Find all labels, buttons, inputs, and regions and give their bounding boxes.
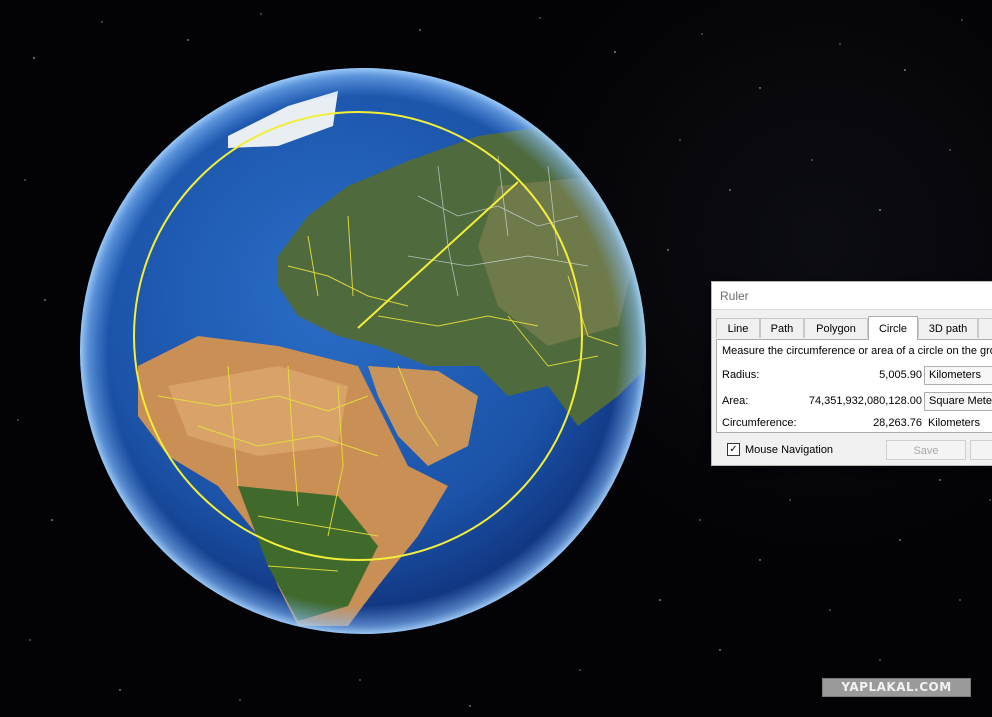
earth-globe[interactable]: [78, 66, 648, 636]
ruler-bottom-bar: ✓ Mouse Navigation Save: [712, 438, 992, 462]
mouse-navigation-label[interactable]: Mouse Navigation: [745, 444, 833, 456]
radius-label: Radius:: [722, 369, 760, 381]
radius-unit-value: Kilometers: [929, 369, 981, 381]
circle-description: Measure the circumference or area of a c…: [722, 345, 992, 357]
circle-tab-panel: Measure the circumference or area of a c…: [716, 339, 992, 433]
ruler-titlebar[interactable]: Ruler: [712, 282, 992, 310]
ruler-dialog: Ruler Line Path Polygon Circle 3D path M…: [711, 281, 992, 466]
save-button[interactable]: Save: [886, 440, 966, 460]
area-unit-select[interactable]: Square Meter: [924, 392, 992, 411]
circumference-value: 28,263.76: [873, 417, 922, 429]
tab-3d-path[interactable]: 3D path: [918, 318, 978, 338]
area-value: 74,351,932,080,128.00: [808, 395, 922, 407]
radius-value: 5,005.90: [879, 369, 922, 381]
circumference-label: Circumference:: [722, 417, 797, 429]
area-unit-value: Square Meter: [929, 395, 992, 407]
ruler-tabs: Line Path Polygon Circle 3D path: [716, 316, 992, 340]
ruler-title: Ruler: [720, 289, 749, 303]
radius-unit-select[interactable]: Kilometers: [924, 366, 992, 385]
tab-overflow[interactable]: [978, 318, 992, 338]
tab-polygon[interactable]: Polygon: [804, 318, 868, 338]
circumference-unit: Kilometers: [928, 417, 980, 429]
tab-path[interactable]: Path: [760, 318, 804, 338]
watermark-logo: YAPLAKAL.COM: [822, 678, 971, 697]
tab-line[interactable]: Line: [716, 318, 760, 338]
tab-circle[interactable]: Circle: [868, 316, 918, 340]
mouse-navigation-checkbox[interactable]: ✓: [727, 443, 740, 456]
clear-button[interactable]: [970, 440, 992, 460]
area-label: Area:: [722, 395, 749, 407]
